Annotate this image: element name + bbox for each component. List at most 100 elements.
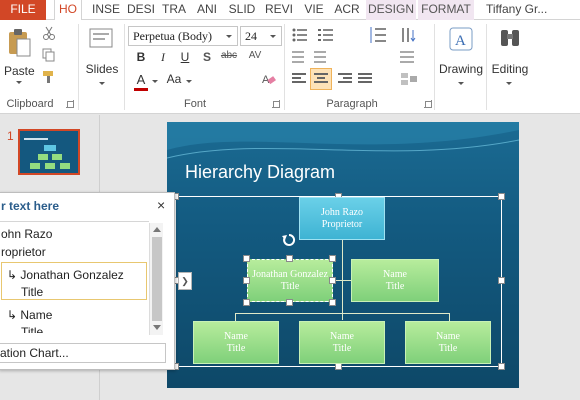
ribbon: Paste Clipboard Slides Perpetua (Body) 2… (0, 20, 580, 114)
org-node-top[interactable]: John Razo Proprietor (299, 197, 385, 240)
text-pane-scrollbar[interactable] (149, 223, 163, 335)
tab-view[interactable]: VIE (298, 0, 330, 20)
resize-handle[interactable] (498, 277, 505, 284)
org-node-subordinate[interactable]: Name Title (299, 321, 385, 364)
expand-arrow-icon[interactable]: ❯ (178, 272, 192, 290)
slides-label: Slides (85, 62, 119, 76)
strikethrough-icon[interactable]: abc (218, 50, 240, 61)
tab-animations[interactable]: ANI (190, 0, 224, 20)
editing-button[interactable]: Editing (488, 26, 530, 92)
font-color-icon[interactable]: A (134, 72, 148, 91)
align-left-icon[interactable] (292, 72, 306, 86)
slide-thumbnail[interactable] (18, 129, 80, 175)
text-pane-title: r text here (1, 199, 60, 213)
resize-handle[interactable] (243, 299, 250, 306)
text-pane-footer-link[interactable]: ation Chart... (0, 343, 166, 363)
tab-review[interactable]: REVI (260, 0, 298, 20)
align-center-icon (314, 73, 328, 83)
node-role: Proprietor (321, 218, 363, 230)
tab-file[interactable]: FILE (0, 0, 46, 20)
resize-handle[interactable] (329, 277, 336, 284)
line-spacing-icon[interactable] (368, 26, 388, 44)
close-icon[interactable]: × (157, 197, 165, 213)
font-size-value: 24 (245, 29, 257, 43)
chevron-down-icon (99, 82, 105, 85)
tab-slideshow[interactable]: SLID (224, 0, 260, 20)
drawing-button[interactable]: A Drawing (438, 26, 484, 92)
align-text-icon[interactable] (400, 50, 418, 64)
font-group-label: Font (183, 98, 206, 110)
user-account[interactable]: Tiffany Gr... (480, 0, 580, 20)
slide-title[interactable]: Hierarchy Diagram (185, 162, 335, 183)
paragraph-launcher-icon[interactable] (424, 100, 432, 108)
text-direction-icon[interactable] (400, 26, 418, 44)
font-size-select[interactable]: 24 (240, 26, 282, 46)
bullets-icon[interactable] (292, 28, 312, 42)
scroll-up-icon[interactable] (153, 227, 161, 232)
justify-icon[interactable] (358, 72, 372, 86)
clipboard-group-label: Clipboard (6, 98, 54, 110)
scrollbar-thumb[interactable] (152, 237, 162, 321)
clipboard-launcher-icon[interactable] (66, 100, 74, 108)
convert-smartart-icon[interactable] (400, 72, 418, 86)
font-launcher-icon[interactable] (272, 100, 280, 108)
align-right-icon[interactable] (338, 72, 352, 86)
char-spacing-icon[interactable]: AV (244, 50, 266, 61)
group-divider (434, 24, 435, 110)
group-divider (486, 24, 487, 110)
resize-handle[interactable] (286, 299, 293, 306)
slide-canvas[interactable]: Hierarchy Diagram John Razo Proprietor J… (167, 122, 519, 388)
tab-design[interactable]: DESI (124, 0, 158, 20)
org-node-subordinate[interactable]: Name Title (193, 321, 279, 364)
shadow-icon[interactable]: S (200, 50, 214, 64)
tab-insert[interactable]: INSE (88, 0, 124, 20)
format-painter-icon[interactable] (42, 70, 56, 84)
clear-format-icon[interactable]: A (262, 72, 276, 86)
thumbnail-node (44, 145, 56, 151)
org-node-assistant[interactable]: Jonathan Gonzalez Title (247, 259, 333, 302)
node-name: Name (436, 330, 460, 342)
thumbnail-node (52, 154, 62, 160)
change-case-icon[interactable]: Aa (164, 72, 184, 86)
node-role: Title (438, 342, 458, 354)
paste-button[interactable]: Paste (4, 28, 35, 88)
resize-handle[interactable] (335, 363, 342, 370)
paragraph-group-label: Paragraph (326, 98, 378, 110)
resize-handle[interactable] (329, 255, 336, 262)
resize-handle[interactable] (329, 299, 336, 306)
copy-icon[interactable] (42, 48, 56, 62)
numbering-icon[interactable] (318, 28, 338, 42)
list-item[interactable]: ohn Razo (1, 227, 52, 241)
tab-smartart-format[interactable]: FORMAT (418, 0, 474, 20)
org-node-subordinate[interactable]: Name Title (405, 321, 491, 364)
node-role: Title (385, 280, 405, 292)
chevron-down-icon (186, 80, 192, 83)
resize-handle[interactable] (243, 255, 250, 262)
list-item[interactable]: Title (21, 285, 43, 299)
new-slide-button[interactable]: Slides (84, 26, 120, 92)
list-item[interactable]: ↳ Jonathan Gonzalez (7, 268, 124, 282)
align-center-button[interactable] (310, 68, 332, 90)
indent-icon[interactable] (292, 50, 328, 64)
resize-handle[interactable] (286, 255, 293, 262)
tab-home[interactable]: HO (54, 0, 82, 21)
scroll-down-icon[interactable] (153, 325, 161, 330)
italic-icon[interactable]: I (156, 50, 170, 65)
resize-handle[interactable] (243, 277, 250, 284)
list-item[interactable]: Title (21, 325, 43, 333)
node-name: Name (383, 268, 407, 280)
list-item[interactable]: roprietor (1, 245, 46, 259)
cut-icon[interactable] (42, 26, 56, 40)
list-item[interactable]: ↳ Name (7, 308, 52, 322)
underline-icon[interactable]: U (178, 50, 192, 64)
tab-acrobat[interactable]: ACR (330, 0, 364, 20)
tab-transitions[interactable]: TRA (158, 0, 190, 20)
thumbnail-node (38, 154, 48, 160)
tab-smartart-design[interactable]: DESIGN (366, 0, 416, 20)
resize-handle[interactable] (498, 193, 505, 200)
font-family-select[interactable]: Perpetua (Body) (128, 26, 238, 46)
rotate-handle-icon[interactable] (282, 233, 296, 247)
org-node-manager[interactable]: Name Title (351, 259, 439, 302)
resize-handle[interactable] (498, 363, 505, 370)
bold-icon[interactable]: B (134, 50, 148, 64)
